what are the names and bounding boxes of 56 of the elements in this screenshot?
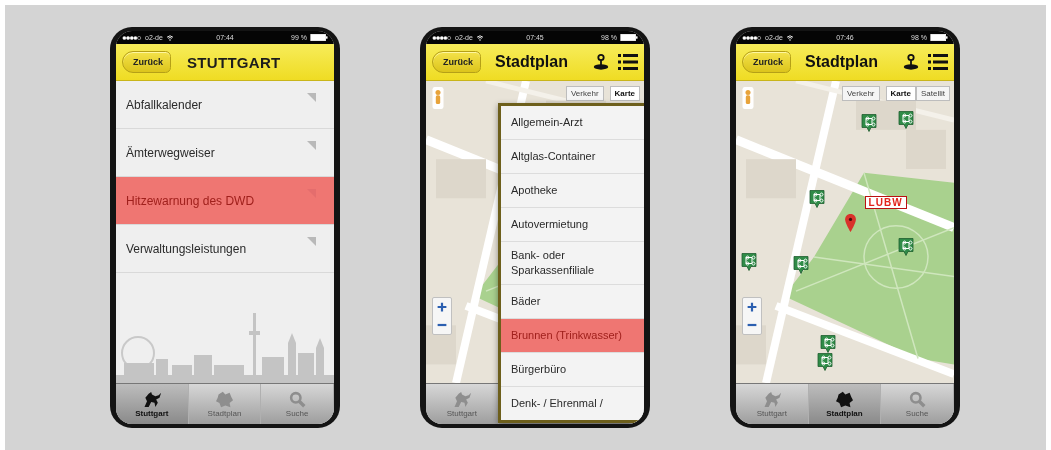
back-button[interactable]: Zurück <box>122 51 171 73</box>
map-marker-icon[interactable] <box>741 252 758 272</box>
map-marker-icon[interactable] <box>860 113 877 133</box>
zoom-in-icon[interactable] <box>745 300 759 314</box>
corner-arrow-icon <box>307 93 316 102</box>
screen-title: Stadtplan <box>495 53 569 71</box>
list-item[interactable]: Abfallkalender <box>116 81 334 129</box>
tab[interactable]: Suche <box>881 384 954 424</box>
map-type-button[interactable]: Karte <box>609 86 640 101</box>
menu-item[interactable]: Bank- oder Sparkassenfiliale <box>501 242 644 285</box>
menu-item[interactable]: Allgemein-Arzt <box>501 106 644 140</box>
menu-item[interactable]: Altglas-Container <box>501 140 644 174</box>
tab[interactable]: Stadtplan <box>808 384 882 424</box>
map-marker-icon[interactable] <box>793 255 810 275</box>
map-type-button[interactable]: Satellit <box>916 86 950 101</box>
app-logo: STUTTGART <box>187 53 281 71</box>
menu-item[interactable]: Bürgerbüro <box>501 353 644 387</box>
map-type-button[interactable]: Verkehr <box>565 86 604 101</box>
map-type-button[interactable]: Karte <box>885 86 916 101</box>
map-type-button[interactable]: Verkehr <box>841 86 880 101</box>
back-button[interactable]: Zurück <box>742 51 791 73</box>
search-icon <box>288 390 306 408</box>
list-icon[interactable] <box>928 53 948 71</box>
map-marker-icon[interactable] <box>898 110 915 130</box>
signal-icon <box>122 35 142 40</box>
menu-item[interactable]: Apotheke <box>501 174 644 208</box>
search-icon <box>908 390 926 408</box>
city-outline-icon <box>835 390 854 408</box>
battery-icon <box>620 34 638 41</box>
battery-icon <box>310 34 328 41</box>
tab[interactable]: Suche <box>261 384 334 424</box>
menu-item[interactable]: Autovermietung <box>501 208 644 242</box>
signal-icon <box>742 35 762 40</box>
map-marker-icon[interactable] <box>808 189 825 209</box>
zoom-in-icon[interactable] <box>435 300 449 314</box>
screen-title: Stadtplan <box>805 53 879 71</box>
wifi-icon <box>165 34 174 41</box>
battery-icon <box>930 34 948 41</box>
list-icon[interactable] <box>618 53 638 71</box>
wifi-icon <box>785 34 794 41</box>
list-item[interactable]: Verwaltungsleistungen <box>116 225 334 273</box>
menu-item[interactable]: Denk- / Ehrenmal / <box>501 387 644 420</box>
map-marker-icon[interactable] <box>898 237 915 257</box>
wifi-icon <box>475 34 484 41</box>
signal-icon <box>432 35 452 40</box>
tab[interactable]: Stuttgart <box>116 384 189 424</box>
corner-arrow-icon <box>307 237 316 246</box>
joystick-icon[interactable] <box>592 53 610 71</box>
tab[interactable]: Stadtplan <box>188 384 262 424</box>
joystick-icon[interactable] <box>902 53 920 71</box>
map-marker-icon[interactable] <box>817 352 834 372</box>
map-marker-icon[interactable] <box>819 334 836 354</box>
location-pin-icon[interactable] <box>845 213 856 232</box>
corner-arrow-icon <box>307 141 316 150</box>
back-button[interactable]: Zurück <box>432 51 481 73</box>
city-outline-icon <box>215 390 234 408</box>
